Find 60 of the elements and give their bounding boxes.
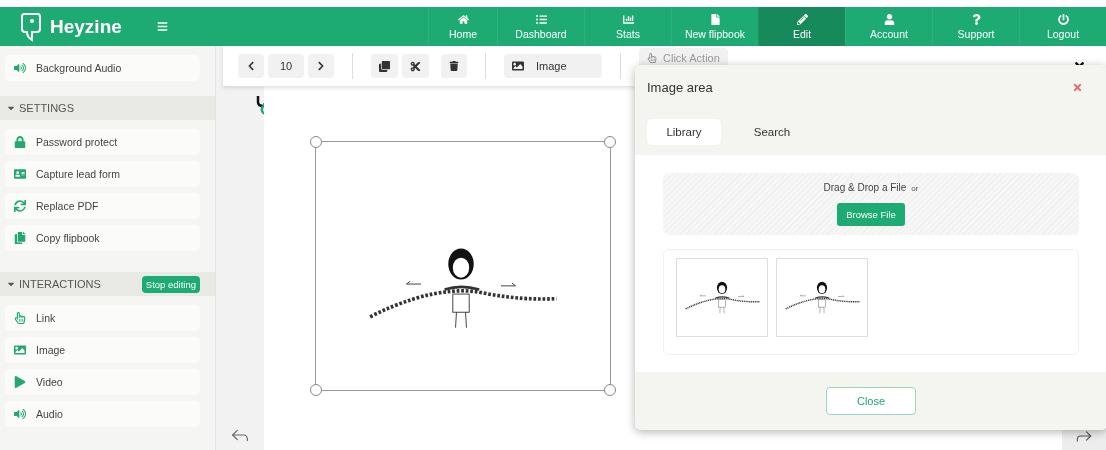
image-icon	[14, 344, 26, 356]
next-page-button[interactable]	[308, 54, 334, 78]
speaker-icon	[14, 62, 26, 74]
menu-button[interactable]	[157, 21, 168, 32]
tab[interactable]: Search	[735, 119, 809, 145]
page-number-field[interactable]: 10	[268, 54, 304, 78]
chevron-left-icon	[246, 61, 256, 71]
lock-icon	[14, 136, 26, 148]
sidebar-item[interactable]: Replace PDF	[5, 193, 200, 219]
image-icon	[512, 60, 524, 72]
cut-button[interactable]	[402, 54, 429, 78]
file-icon	[709, 13, 721, 25]
trash-icon	[449, 61, 459, 71]
resize-handle[interactable]	[310, 384, 322, 396]
or-text: or	[911, 184, 919, 193]
pointer-hand-icon	[647, 53, 657, 63]
sidebar-item[interactable]: Copy flipbook	[5, 225, 200, 251]
play-icon	[14, 376, 26, 388]
section-title[interactable]: SETTINGS	[6, 102, 74, 114]
nav-item[interactable]: Edit	[758, 7, 845, 46]
sidebar-item[interactable]: Link	[5, 305, 200, 331]
sidebar-item[interactable]: Capture lead form	[5, 161, 200, 187]
pointer-hand-icon	[14, 312, 26, 324]
bar-chart-icon	[622, 13, 634, 25]
delete-button[interactable]	[441, 54, 467, 78]
refresh-icon	[14, 200, 26, 212]
pencil-icon	[796, 13, 808, 25]
scissors-icon	[410, 60, 421, 72]
sidebar-item[interactable]: Image	[5, 337, 200, 363]
duplicate-icon	[379, 60, 390, 72]
speaker-icon	[14, 408, 26, 420]
dialog-title: Image area	[647, 79, 713, 95]
question-icon	[970, 13, 982, 25]
copy-icon	[14, 232, 26, 244]
close-icon	[1072, 81, 1083, 93]
resize-handle[interactable]	[604, 136, 616, 148]
previous-page-button[interactable]	[238, 54, 264, 78]
chevron-right-icon	[316, 61, 326, 71]
image-thumbnail[interactable]	[776, 258, 868, 337]
list-icon	[535, 13, 547, 25]
sidebar-item[interactable]: Video	[5, 369, 200, 395]
user-icon	[883, 13, 895, 25]
duplicate-button[interactable]	[371, 54, 398, 78]
resize-handle[interactable]	[604, 384, 616, 396]
home-icon	[457, 13, 469, 25]
drop-zone[interactable]: Drag & Drop a File or Browse File	[663, 173, 1079, 235]
menu-icon	[157, 21, 168, 32]
brand-name: Heyzine	[50, 15, 122, 38]
element-type-button[interactable]: Image	[504, 54, 602, 78]
power-icon	[1057, 13, 1069, 25]
sidebar-item[interactable]: Background Audio	[5, 55, 200, 81]
drop-zone-text: Drag & Drop a File	[823, 182, 907, 193]
section-title[interactable]: INTERACTIONS	[6, 278, 101, 290]
contact-card-icon	[14, 168, 26, 180]
logo-icon	[20, 11, 42, 42]
resize-handle[interactable]	[310, 136, 322, 148]
image-thumbnail[interactable]	[676, 258, 768, 337]
sidebar-item[interactable]: Password protect	[5, 129, 200, 155]
tab[interactable]: Library	[647, 119, 721, 145]
sidebar-item[interactable]: Audio	[5, 401, 200, 427]
